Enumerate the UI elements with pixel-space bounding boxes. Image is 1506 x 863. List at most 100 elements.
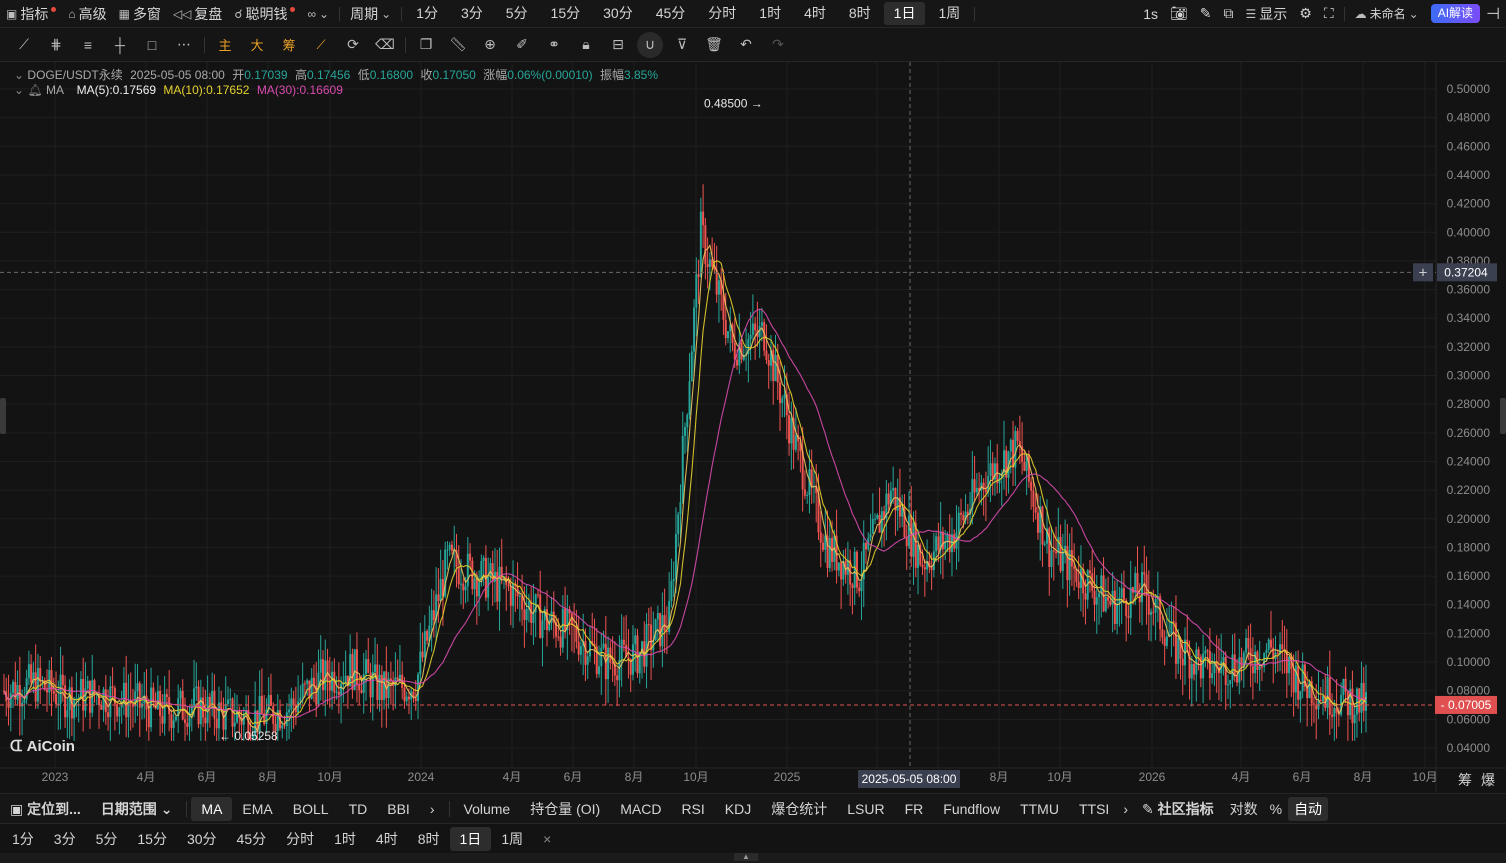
- collapse-icon[interactable]: ⌄: [14, 68, 24, 82]
- sub-indicator-tab-9[interactable]: TTMU: [1010, 797, 1069, 821]
- sync-icon[interactable]: ⟳: [337, 30, 369, 60]
- sub-indicator-tab-6[interactable]: LSUR: [837, 797, 894, 821]
- brush-icon[interactable]: ✐: [506, 30, 538, 60]
- interval-button[interactable]: 1s: [1137, 0, 1164, 27]
- bottom-timeframe-tab-3[interactable]: 15分: [127, 827, 177, 851]
- date-range-dropdown[interactable]: 日期范围 ⌄: [91, 797, 183, 821]
- bottom-timeframe-tab-2[interactable]: 5分: [86, 827, 128, 851]
- percent-toggle[interactable]: %: [1264, 797, 1288, 821]
- zoom-in-icon[interactable]: ⊕: [474, 30, 506, 60]
- left-panel-handle[interactable]: [0, 398, 6, 434]
- bottom-timeframe-tab-9[interactable]: 8时: [408, 827, 450, 851]
- big-order-toggle[interactable]: 大: [241, 30, 273, 60]
- sub-indicator-tab-7[interactable]: FR: [895, 797, 934, 821]
- timeframe-tab-10[interactable]: 1日: [883, 2, 926, 25]
- community-indicators-button[interactable]: ✎ 社区指标: [1132, 797, 1224, 821]
- display-button[interactable]: ☰ 显示: [1240, 0, 1294, 27]
- trash-icon[interactable]: 🗑︎: [698, 30, 730, 60]
- ai-analysis-button[interactable]: AI解读: [1430, 4, 1481, 23]
- sub-indicator-tab-10[interactable]: TTSI: [1069, 797, 1119, 821]
- lock-icon[interactable]: 🔒︎: [570, 30, 602, 60]
- scroll-right-icon[interactable]: ›: [1119, 797, 1132, 821]
- fullscreen-icon[interactable]: ⛶: [1318, 0, 1340, 27]
- main-indicator-tab-3[interactable]: TD: [339, 797, 378, 821]
- auto-scale-toggle[interactable]: 自动: [1288, 797, 1329, 821]
- timeframe-tab-1[interactable]: 3分: [451, 2, 493, 25]
- horizontal-ray-icon[interactable]: ┼: [104, 30, 136, 60]
- link-icon[interactable]: ⚭: [538, 30, 570, 60]
- timeframe-tab-5[interactable]: 45分: [646, 2, 696, 25]
- camera-icon[interactable]: 📷︎: [1164, 0, 1194, 27]
- timeframe-tab-6[interactable]: 分时: [698, 2, 746, 25]
- liquidation-toggle[interactable]: 爆: [1481, 770, 1495, 790]
- timeframe-tab-7[interactable]: 1时: [749, 2, 791, 25]
- magnet-icon[interactable]: ∪: [637, 31, 663, 58]
- sub-indicator-tab-1[interactable]: 持仓量 (OI): [520, 797, 610, 821]
- main-chart-toggle[interactable]: 主: [209, 30, 241, 60]
- right-panel-handle[interactable]: [1500, 398, 1506, 434]
- timeframe-tab-4[interactable]: 30分: [593, 2, 643, 25]
- bottom-timeframe-tab-4[interactable]: 30分: [177, 827, 227, 851]
- filter-icon[interactable]: ⊽: [666, 30, 698, 60]
- bottom-timeframe-tab-10[interactable]: 1日: [449, 827, 492, 851]
- timeframe-tab-9[interactable]: 8时: [839, 2, 881, 25]
- indicators-button[interactable]: ▣ 指标: [0, 0, 62, 27]
- smart-money-button[interactable]: ☌ 聪明钱: [228, 0, 301, 27]
- more-tools-button[interactable]: ∞ ⌄: [301, 0, 335, 27]
- sub-indicator-tab-3[interactable]: RSI: [671, 797, 714, 821]
- horizontal-lines-icon[interactable]: ≡: [72, 30, 104, 60]
- sub-indicator-tab-0[interactable]: Volume: [454, 797, 521, 821]
- timeframe-tab-8[interactable]: 4时: [794, 2, 836, 25]
- sub-indicator-tab-4[interactable]: KDJ: [715, 797, 761, 821]
- bottom-timeframe-tab-5[interactable]: 45分: [227, 827, 277, 851]
- main-indicator-tab-0[interactable]: MA: [191, 797, 233, 821]
- pencil-icon[interactable]: ✎: [1194, 0, 1218, 27]
- rectangle-icon[interactable]: □: [136, 30, 168, 60]
- price-chart[interactable]: 0.50000 0.48000 0.46000 0.44000 0.42000 0.400…: [0, 62, 1506, 792]
- collapse-handle[interactable]: ▲: [0, 853, 1506, 863]
- measure-icon[interactable]: ⟋: [305, 30, 337, 60]
- candlestick-chart[interactable]: 0.50000 0.48000 0.46000 0.44000 0.42000 0.400…: [0, 62, 1506, 792]
- bottom-timeframe-tab-0[interactable]: 1分: [2, 827, 44, 851]
- bottom-timeframe-tab-11[interactable]: 1周: [491, 827, 533, 851]
- timeframe-tab-0[interactable]: 1分: [406, 2, 448, 25]
- replay-button[interactable]: ◁◁ 复盘: [167, 0, 228, 27]
- eraser-icon[interactable]: ⌫: [369, 30, 401, 60]
- chips-toggle-right[interactable]: 筹: [1458, 770, 1472, 790]
- template-icon[interactable]: ⊟: [602, 30, 634, 60]
- main-indicator-tab-4[interactable]: BBI: [377, 797, 420, 821]
- copy-icon[interactable]: ❐: [410, 30, 442, 60]
- popout-icon[interactable]: ⧉: [1218, 0, 1240, 27]
- timeframe-tab-3[interactable]: 15分: [541, 2, 591, 25]
- chips-toggle[interactable]: 筹: [273, 30, 305, 60]
- trendline-icon[interactable]: ⟋: [8, 30, 40, 60]
- main-indicator-tab-1[interactable]: EMA: [232, 797, 282, 821]
- close-panel-icon[interactable]: ⊣: [1480, 0, 1506, 27]
- locate-button[interactable]: ▣ 定位到...: [0, 797, 91, 821]
- collapse-icon[interactable]: ⌄: [14, 83, 24, 97]
- close-icon[interactable]: ×: [533, 827, 561, 851]
- settings-icon[interactable]: ⚙: [1293, 0, 1318, 27]
- bell-icon[interactable]: 🔔︎: [27, 83, 42, 97]
- advanced-button[interactable]: ⌂ 高级: [62, 0, 112, 27]
- sub-indicator-tab-2[interactable]: MACD: [610, 797, 671, 821]
- bottom-timeframe-tab-6[interactable]: 分时: [276, 827, 324, 851]
- layout-dropdown[interactable]: ☁ 未命名 ⌄: [1349, 0, 1425, 27]
- dots-icon[interactable]: ⋯: [168, 30, 200, 60]
- period-dropdown[interactable]: 周期 ⌄: [344, 0, 397, 27]
- sub-indicator-tab-8[interactable]: Fundflow: [933, 797, 1010, 821]
- timeframe-tab-11[interactable]: 1周: [928, 2, 970, 25]
- bottom-timeframe-tab-8[interactable]: 4时: [366, 827, 408, 851]
- scroll-right-icon[interactable]: ›: [420, 797, 445, 821]
- bottom-timeframe-tab-1[interactable]: 3分: [44, 827, 86, 851]
- sub-indicator-tab-5[interactable]: 爆仓统计: [761, 797, 837, 821]
- log-scale-toggle[interactable]: 对数: [1224, 797, 1264, 821]
- undo-icon[interactable]: ↶: [730, 30, 762, 60]
- ruler-icon[interactable]: 📏︎: [442, 30, 474, 60]
- multi-window-button[interactable]: ▦ 多窗: [113, 0, 167, 27]
- bottom-timeframe-tab-7[interactable]: 1时: [324, 827, 366, 851]
- main-indicator-tab-2[interactable]: BOLL: [283, 797, 339, 821]
- timeframe-tab-2[interactable]: 5分: [496, 2, 538, 25]
- parallel-lines-icon[interactable]: ⋕: [40, 30, 72, 60]
- redo-icon[interactable]: ↷: [762, 30, 794, 60]
